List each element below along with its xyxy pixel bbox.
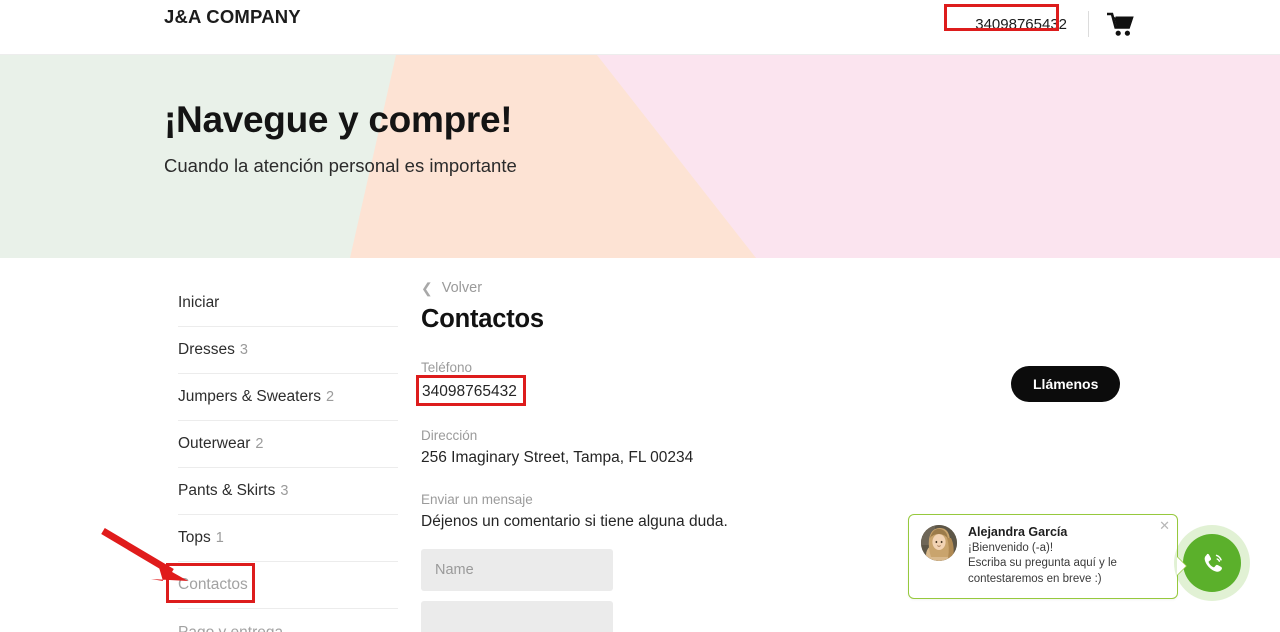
header-divider <box>1088 11 1089 37</box>
sidebar-item-dresses[interactable]: Dresses 3 <box>178 327 398 374</box>
sidebar-item-tops[interactable]: Tops 1 <box>178 515 398 562</box>
sidebar-item-label: Pago y entrega <box>178 623 284 632</box>
sidebar-item-label: Iniciar <box>178 294 220 311</box>
phone-call-fab-button[interactable] <box>1183 534 1241 592</box>
back-link-label: Volver <box>441 280 483 296</box>
address-field-block: Dirección 256 Imaginary Street, Tampa, F… <box>421 428 821 467</box>
phone-field-block: Teléfono 34098765432 <box>421 360 821 403</box>
sidebar-item-pants-skirts[interactable]: Pants & Skirts 3 <box>178 468 398 515</box>
hero-text-block: ¡Navegue y compre! Cuando la atención pe… <box>164 99 517 177</box>
header-phone-number[interactable]: 34098765432 <box>968 13 1074 36</box>
sidebar-item-count: 3 <box>280 483 289 499</box>
category-sidebar: Iniciar Dresses 3 Jumpers & Sweaters 2 O… <box>178 280 398 632</box>
chat-greeting-message: ¡Bienvenido (-a)! Escriba su pregunta aq… <box>968 542 1117 585</box>
shopping-cart-icon[interactable] <box>1103 7 1137 41</box>
message-field-block: Enviar un mensaje Déjenos un comentario … <box>421 492 821 531</box>
sidebar-item-label: Jumpers & Sweaters <box>178 388 321 405</box>
chevron-left-icon: ❮ <box>421 280 433 296</box>
sidebar-item-label: Outerwear <box>178 435 251 452</box>
contact-address: 256 Imaginary Street, Tampa, FL 00234 <box>421 449 694 466</box>
back-link[interactable]: ❮ Volver <box>421 280 821 296</box>
sidebar-item-count: 1 <box>215 530 224 546</box>
sidebar-item-label: Pants & Skirts <box>178 482 276 499</box>
avatar <box>921 525 957 561</box>
page-title: Contactos <box>421 305 544 333</box>
page-root: J&A COMPANY 34098765432 ¡Navegue y compr… <box>0 0 1280 632</box>
contact-main-column: ❮ Volver Contactos Teléfono 34098765432 … <box>421 280 821 632</box>
sidebar-item-iniciar[interactable]: Iniciar <box>178 280 398 327</box>
message-intro-text: Déjenos un comentario si tiene alguna du… <box>421 513 728 530</box>
sidebar-item-outerwear[interactable]: Outerwear 2 <box>178 421 398 468</box>
message-field-label: Enviar un mensaje <box>421 492 533 507</box>
sidebar-item-label: Contactos <box>178 576 248 593</box>
hero-title: ¡Navegue y compre! <box>164 99 513 140</box>
sidebar-item-jumpers-sweaters[interactable]: Jumpers & Sweaters 2 <box>178 374 398 421</box>
sidebar-item-count: 2 <box>255 436 264 452</box>
hero-banner: ¡Navegue y compre! Cuando la atención pe… <box>0 55 1280 258</box>
name-input[interactable] <box>421 549 613 591</box>
contact-phone-number[interactable]: 34098765432 <box>422 383 517 400</box>
phone-value-wrap: 34098765432 <box>421 381 518 403</box>
site-header: J&A COMPANY 34098765432 <box>0 0 1280 55</box>
chat-welcome-bubble[interactable]: Alejandra García ¡Bienvenido (-a)! Escri… <box>908 514 1187 599</box>
header-actions: 34098765432 <box>968 0 1280 48</box>
page-content: Iniciar Dresses 3 Jumpers & Sweaters 2 O… <box>0 258 1280 632</box>
phone-field-label: Teléfono <box>421 360 473 375</box>
chat-message-body: Alejandra García ¡Bienvenido (-a)! Escri… <box>968 525 1165 587</box>
close-icon[interactable]: ✕ <box>1159 519 1170 532</box>
phone-call-icon <box>1204 553 1222 572</box>
call-us-button[interactable]: Llámenos <box>1011 366 1121 402</box>
header-phone-wrap: 34098765432 <box>968 13 1074 36</box>
address-field-label: Dirección <box>421 428 478 443</box>
sidebar-item-label: Tops <box>178 529 211 546</box>
brand-logo[interactable]: J&A COMPANY <box>164 6 301 28</box>
sidebar-item-label: Dresses <box>178 341 235 358</box>
sidebar-item-contactos[interactable]: Contactos <box>178 562 398 609</box>
hero-subtitle: Cuando la atención personal es important… <box>164 154 517 176</box>
sidebar-item-count: 2 <box>326 389 335 405</box>
sidebar-item-count: 3 <box>239 342 248 358</box>
chat-agent-name: Alejandra García <box>968 525 1068 539</box>
sidebar-item-pago-y-entrega[interactable]: Pago y entrega <box>178 609 398 632</box>
email-input[interactable] <box>421 601 613 632</box>
